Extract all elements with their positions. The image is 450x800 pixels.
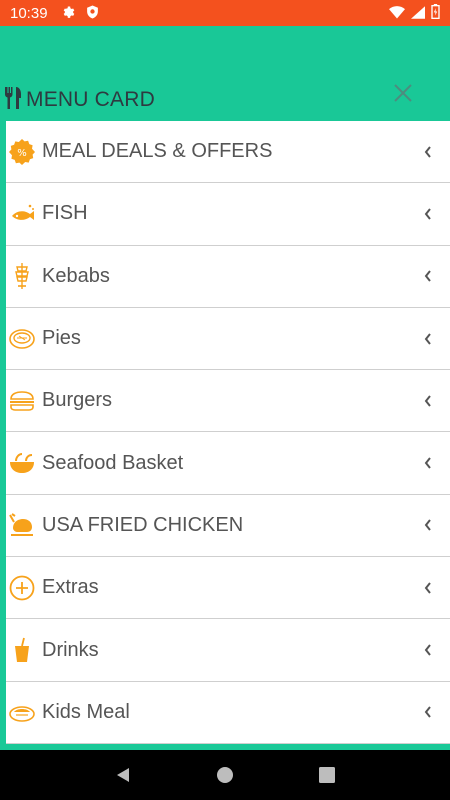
menu-item-label: Kids Meal [42,700,130,723]
chevron-left-icon [424,644,431,656]
status-bar: 10:39 [0,0,450,26]
chevron-left-icon [424,519,431,532]
kebab-icon [8,262,36,290]
status-time: 10:39 [10,4,48,22]
chevron-left-icon [424,457,431,469]
svg-text:%: % [17,148,27,159]
chicken-icon [8,511,36,539]
chevron-left-icon [424,582,431,594]
signal-icon [411,4,425,23]
menu-item-meal-deals[interactable]: % MEAL DEALS & OFFERS [6,121,450,184]
menu-item-label: Burgers [42,389,113,412]
recents-button[interactable] [316,764,338,786]
close-button[interactable] [390,80,416,106]
system-nav-bar [0,750,450,800]
menu-item-label: Extras [42,576,99,599]
bowl-icon [8,449,36,477]
fish-icon [8,200,36,228]
close-icon [394,84,412,102]
header-title-row: MENU CARD [4,86,155,114]
menu-item-label: Drinks [42,638,99,661]
recents-icon [319,767,335,783]
menu-item-burgers[interactable]: Burgers [6,370,450,433]
menu-item-label: FISH [42,202,88,225]
chevron-left-icon [424,270,431,282]
menu-item-fish[interactable]: FISH [6,183,450,246]
utensils-icon [4,86,24,114]
battery-icon [431,3,440,23]
wifi-icon [389,4,405,23]
menu-item-label: Kebabs [42,264,110,287]
menu-item-seafood-basket[interactable]: Seafood Basket [6,432,450,495]
status-right-icons [389,3,440,23]
menu-item-extras[interactable]: Extras [6,557,450,620]
home-button[interactable] [214,764,236,786]
page-title: MENU CARD [26,88,155,111]
kids-meal-icon [8,698,36,726]
back-icon [117,768,129,782]
chevron-left-icon [424,332,431,345]
menu-item-kebabs[interactable]: Kebabs [6,246,450,308]
menu-item-kids-meal[interactable]: Kids Meal [6,682,450,744]
drink-icon [8,636,36,664]
percent-badge-icon: % [8,138,36,166]
chevron-left-icon [424,706,431,718]
chevron-left-icon [424,208,431,220]
menu-item-drinks[interactable]: Drinks [6,619,450,682]
menu-item-usa-fried-chicken[interactable]: USA FRIED CHICKEN [6,495,450,558]
burger-icon [8,387,36,415]
pie-icon [8,325,36,353]
menu-list: % MEAL DEALS & OFFERS FISH Kebabs Pies B… [6,121,450,744]
gear-icon [62,4,76,23]
menu-item-label: Pies [42,327,81,350]
chevron-left-icon [424,395,431,407]
back-button[interactable] [112,764,134,786]
plus-circle-icon [8,574,36,602]
menu-item-label: USA FRIED CHICKEN [42,513,244,536]
status-left-icons [62,4,99,23]
menu-item-label: Seafood Basket [42,451,184,474]
chevron-left-icon [424,146,431,158]
menu-item-label: MEAL DEALS & OFFERS [42,140,273,163]
menu-item-pies[interactable]: Pies [6,308,450,371]
home-icon [217,767,233,783]
shield-icon [86,4,99,23]
